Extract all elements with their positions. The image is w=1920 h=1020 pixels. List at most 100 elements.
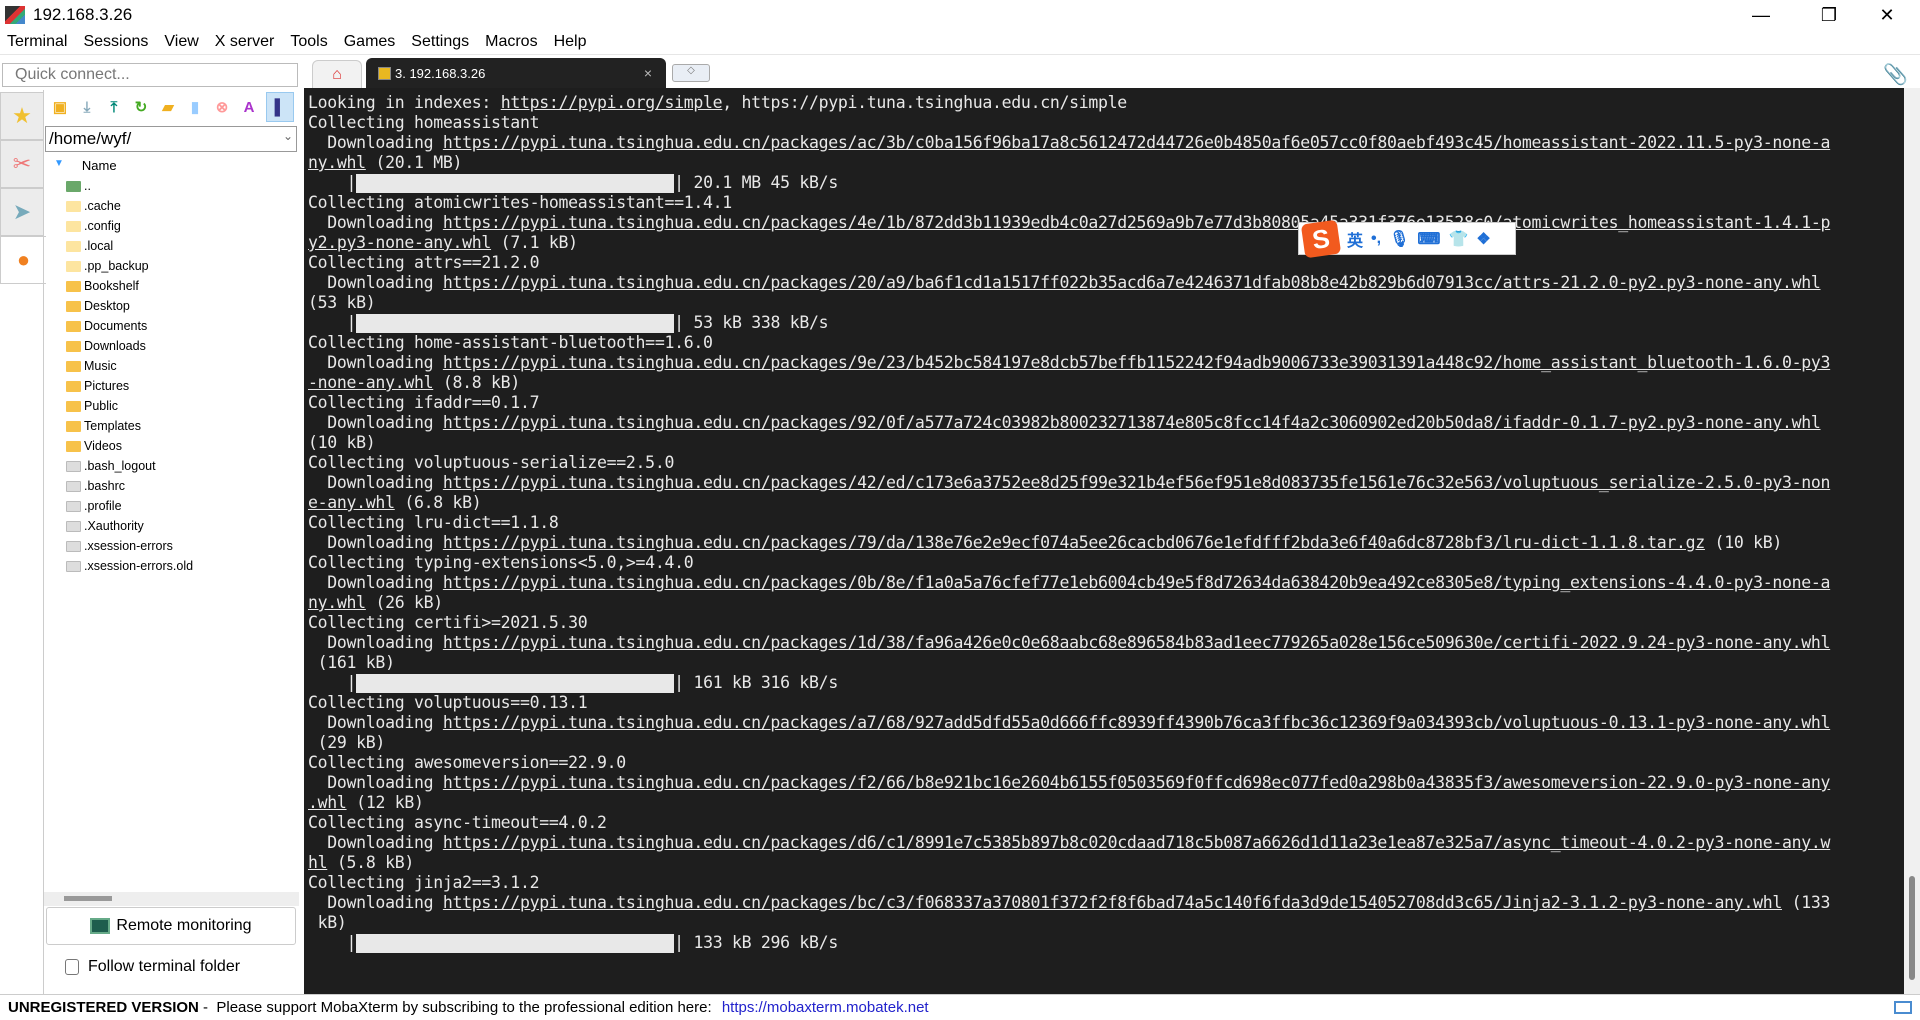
path-select[interactable]: /home/wyf/ ⌄ bbox=[45, 126, 297, 152]
menu-terminal[interactable]: Terminal bbox=[0, 33, 76, 51]
terminal-link[interactable]: https://pypi.tuna.tsinghua.edu.cn/packag… bbox=[443, 893, 1782, 912]
line-text: Downloading bbox=[308, 833, 443, 852]
terminal-line: Collecting async-timeout==4.0.2 bbox=[308, 813, 1904, 833]
menu-view[interactable]: View bbox=[157, 33, 207, 51]
file-item[interactable]: .bash_logout bbox=[66, 456, 193, 476]
menu-sessions[interactable]: Sessions bbox=[76, 33, 157, 51]
keyboard-icon[interactable]: ⌨ bbox=[1417, 229, 1440, 249]
rename-icon[interactable]: A bbox=[239, 96, 259, 118]
terminal-link[interactable]: https://pypi.tuna.tsinghua.edu.cn/packag… bbox=[443, 573, 1831, 592]
menu-tools[interactable]: Tools bbox=[283, 33, 336, 51]
scrollbar-thumb[interactable] bbox=[1909, 876, 1915, 980]
terminal-link[interactable]: https://pypi.tuna.tsinghua.edu.cn/packag… bbox=[443, 133, 1831, 152]
file-item[interactable]: Templates bbox=[66, 416, 193, 436]
terminal-link[interactable]: https://pypi.tuna.tsinghua.edu.cn/packag… bbox=[443, 473, 1831, 492]
terminal-link[interactable]: https://pypi.tuna.tsinghua.edu.cn/packag… bbox=[443, 713, 1831, 732]
file-item[interactable]: Downloads bbox=[66, 336, 193, 356]
progress-bar bbox=[356, 174, 675, 193]
file-item[interactable]: .xsession-errors.old bbox=[66, 556, 193, 576]
folder-icon bbox=[66, 360, 81, 372]
file-item[interactable]: .xsession-errors bbox=[66, 536, 193, 556]
terminal-link[interactable]: ny.whl bbox=[308, 593, 366, 612]
menu-settings[interactable]: Settings bbox=[404, 33, 478, 51]
file-item[interactable]: .local bbox=[66, 236, 193, 256]
menu-games[interactable]: Games bbox=[337, 33, 405, 51]
tab-session[interactable]: 3. 192.168.3.26 × bbox=[366, 58, 666, 88]
close-button[interactable]: ✕ bbox=[1864, 0, 1910, 30]
refresh-icon[interactable]: ↻ bbox=[131, 96, 151, 118]
file-item[interactable]: Videos bbox=[66, 436, 193, 456]
file-item[interactable]: Music bbox=[66, 356, 193, 376]
file-item[interactable]: .. bbox=[66, 176, 193, 196]
new-folder-icon[interactable]: ▰ bbox=[158, 96, 178, 118]
line-text: (53 kB) bbox=[308, 293, 376, 312]
tab-close-button[interactable]: × bbox=[644, 65, 652, 81]
star-icon[interactable]: ★ bbox=[0, 92, 44, 140]
terminal-link[interactable]: y2.py3-none-any.whl bbox=[308, 233, 491, 252]
file-item[interactable]: Public bbox=[66, 396, 193, 416]
file-item[interactable]: .profile bbox=[66, 496, 193, 516]
line-text: Collecting jinja2==3.1.2 bbox=[308, 873, 540, 892]
file-item[interactable]: .Xauthority bbox=[66, 516, 193, 536]
terminal-link[interactable]: ny.whl bbox=[308, 153, 366, 172]
file-item[interactable]: .bashrc bbox=[66, 476, 193, 496]
follow-terminal-folder-checkbox[interactable]: Follow terminal folder bbox=[65, 958, 240, 976]
home-tab[interactable]: ⌂ bbox=[312, 60, 362, 88]
file-item[interactable]: Documents bbox=[66, 316, 193, 336]
maximize-button[interactable]: ❐ bbox=[1806, 0, 1852, 30]
folder-icon bbox=[66, 200, 81, 212]
new-tab-button[interactable]: ◇ bbox=[672, 64, 710, 82]
parent-folder-icon[interactable]: ▣ bbox=[50, 96, 70, 118]
skin-shirt-icon[interactable]: 👕 bbox=[1448, 229, 1468, 249]
download-icon[interactable]: ⤓ bbox=[77, 96, 97, 118]
terminal-link[interactable]: e-any.whl bbox=[308, 493, 395, 512]
menu-x-server[interactable]: X server bbox=[208, 33, 284, 51]
tools-icon[interactable]: ✂ bbox=[0, 140, 44, 188]
file-item[interactable]: Desktop bbox=[66, 296, 193, 316]
menu-macros[interactable]: Macros bbox=[478, 33, 546, 51]
name-column-header[interactable]: ▼ Name bbox=[54, 158, 117, 173]
terminal-link[interactable]: https://pypi.tuna.tsinghua.edu.cn/packag… bbox=[443, 633, 1831, 652]
new-file-icon[interactable]: ▮ bbox=[185, 96, 205, 118]
terminal-scrollbar[interactable] bbox=[1904, 88, 1920, 994]
delete-icon[interactable]: ⊗ bbox=[212, 96, 232, 118]
horizontal-scrollbar[interactable] bbox=[44, 892, 299, 906]
file-item[interactable]: Bookshelf bbox=[66, 276, 193, 296]
terminal-link[interactable]: https://pypi.tuna.tsinghua.edu.cn/packag… bbox=[443, 773, 1831, 792]
microphone-icon[interactable]: 🎙 bbox=[1389, 229, 1409, 249]
terminal-link[interactable]: https://pypi.tuna.tsinghua.edu.cn/packag… bbox=[443, 413, 1821, 432]
file-item[interactable]: .pp_backup bbox=[66, 256, 193, 276]
terminal-output[interactable]: Looking in indexes: https://pypi.org/sim… bbox=[304, 88, 1904, 994]
terminal-line: Collecting jinja2==3.1.2 bbox=[308, 873, 1904, 893]
terminal-link[interactable]: https://pypi.tuna.tsinghua.edu.cn/packag… bbox=[443, 533, 1705, 552]
terminal-link[interactable]: hl bbox=[308, 853, 328, 872]
file-name: Videos bbox=[84, 439, 122, 453]
sftp-globe-icon[interactable]: ● bbox=[0, 236, 46, 284]
terminal-link[interactable]: https://pypi.tuna.tsinghua.edu.cn/packag… bbox=[443, 273, 1821, 292]
terminal-link[interactable]: https://pypi.tuna.tsinghua.edu.cn/packag… bbox=[443, 353, 1831, 372]
terminal-link[interactable]: https://pypi.org/simple bbox=[501, 93, 723, 112]
file-item[interactable]: Pictures bbox=[66, 376, 193, 396]
terminal-link[interactable]: .whl bbox=[308, 793, 347, 812]
file-item[interactable]: .cache bbox=[66, 196, 193, 216]
mobaxterm-link[interactable]: https://mobaxterm.mobatek.net bbox=[722, 999, 929, 1016]
paperclip-icon[interactable]: 📎 bbox=[1883, 62, 1908, 87]
line-text: Downloading bbox=[308, 713, 443, 732]
terminal-link[interactable]: https://pypi.tuna.tsinghua.edu.cn/packag… bbox=[443, 213, 1831, 232]
menu-help[interactable]: Help bbox=[547, 33, 596, 51]
quick-connect-input[interactable]: Quick connect... bbox=[2, 63, 298, 87]
toolbox-icon[interactable]: ❖ bbox=[1476, 229, 1490, 249]
scrollbar-thumb[interactable] bbox=[64, 896, 112, 901]
ime-punctuation-toggle[interactable]: •, bbox=[1371, 230, 1381, 248]
upload-icon[interactable]: ⤒ bbox=[104, 96, 124, 118]
terminal-link[interactable]: -none-any.whl bbox=[308, 373, 434, 392]
file-item[interactable]: .config bbox=[66, 216, 193, 236]
parent-folder-icon bbox=[66, 180, 81, 192]
ime-language-toggle[interactable]: 英 bbox=[1347, 227, 1363, 251]
send-icon[interactable]: ➤ bbox=[0, 188, 44, 236]
terminal-link[interactable]: https://pypi.tuna.tsinghua.edu.cn/packag… bbox=[443, 833, 1831, 852]
remote-monitoring-button[interactable]: Remote monitoring bbox=[46, 907, 296, 945]
toggle-panel-icon[interactable]: ▌ bbox=[266, 92, 294, 122]
minimize-button[interactable]: — bbox=[1738, 0, 1784, 30]
checkbox[interactable] bbox=[65, 959, 79, 975]
